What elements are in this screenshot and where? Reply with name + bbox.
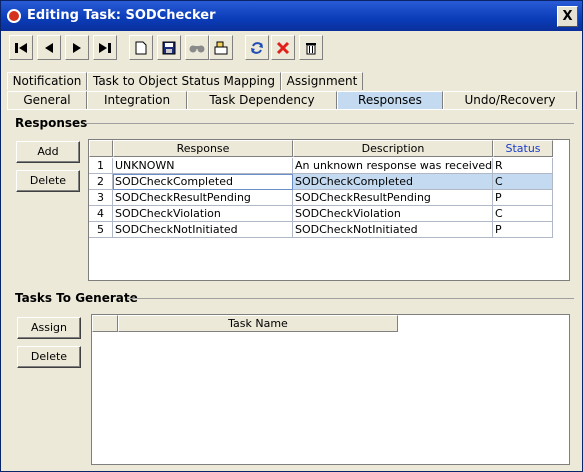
tabs-top-row: Notification Task to Object Status Mappi… [7,72,407,90]
row-number: 4 [89,206,113,222]
assign-label: Assign [31,321,67,334]
editing-task-window: Editing Task: SODChecker X Notification … [0,0,583,472]
last-record-icon [99,42,111,53]
tasks-to-generate-table: Task Name [91,314,570,465]
add-label: Add [37,145,59,158]
tab-panel-border [7,109,576,110]
status-cell[interactable]: P [493,222,553,238]
status-cell[interactable]: P [493,190,553,206]
status-cell[interactable]: R [493,158,553,174]
previous-record-button[interactable] [37,35,61,60]
edit-button[interactable] [209,35,233,60]
edit-icon [214,41,228,54]
row-number-header [92,315,118,332]
tab-undo-recovery[interactable]: Undo/Recovery [443,91,577,109]
last-record-button[interactable] [93,35,117,60]
delete-response-button[interactable]: Delete [16,170,80,192]
find-icon [189,45,205,52]
status-cell[interactable]: C [493,206,553,222]
status-cell[interactable]: C [493,174,553,190]
responses-table: Response Description Status 1 UNKNOWN An… [88,139,570,281]
description-cell[interactable]: An unknown response was received [293,158,493,174]
trash-icon [306,42,316,54]
response-cell[interactable]: SODCheckResultPending [113,190,293,206]
response-column-header[interactable]: Response [113,140,293,157]
save-button[interactable] [157,35,181,60]
delete-x-icon [276,41,290,54]
tasks-to-generate-group-title: Tasks To Generate [15,291,138,305]
row-number: 3 [89,190,113,206]
add-response-button[interactable]: Add [16,141,80,163]
delete-x-button[interactable] [271,35,295,60]
close-button[interactable]: X [557,6,578,27]
status-column-header[interactable]: Status [493,140,553,157]
first-record-icon [15,42,27,53]
new-button[interactable] [129,35,153,60]
tab-responses[interactable]: Responses [337,91,443,109]
row-number: 1 [89,158,113,174]
save-icon [162,41,176,54]
row-number: 5 [89,222,113,238]
row-number-header [89,140,113,157]
description-column-header[interactable]: Description [293,140,493,157]
delete-task-button[interactable]: Delete [17,346,81,368]
tab-task-dependency[interactable]: Task Dependency [187,91,337,109]
response-cell[interactable]: SODCheckCompleted [113,174,293,190]
description-cell[interactable]: SODCheckCompleted [293,174,493,190]
window-title: Editing Task: SODChecker [27,8,216,23]
delete-label: Delete [30,350,68,363]
tabs-bottom-row: General Integration Task Dependency Resp… [7,91,577,109]
task-name-column-header[interactable]: Task Name [118,315,398,332]
tasks-group-divider [127,298,574,299]
delete-label: Delete [29,174,67,187]
trash-button[interactable] [299,35,323,60]
tab-general[interactable]: General [7,91,87,109]
response-cell[interactable]: SODCheckViolation [113,206,293,222]
first-record-button[interactable] [9,35,33,60]
previous-record-icon [45,42,53,53]
next-record-icon [73,42,81,53]
tab-integration[interactable]: Integration [87,91,187,109]
oracle-app-icon [7,9,21,23]
tab-task-to-object-status-mapping[interactable]: Task to Object Status Mapping [87,72,281,90]
find-button[interactable] [185,35,209,60]
assign-task-button[interactable]: Assign [17,317,81,339]
row-number: 2 [89,174,113,190]
title-bar[interactable]: Editing Task: SODChecker X [1,1,582,31]
tab-assignment[interactable]: Assignment [281,72,363,90]
response-cell[interactable]: UNKNOWN [113,158,293,174]
refresh-button[interactable] [245,35,269,60]
tab-notification[interactable]: Notification [7,72,87,90]
description-cell[interactable]: SODCheckResultPending [293,190,493,206]
refresh-icon [251,41,263,54]
responses-group-divider [85,123,574,124]
responses-group-title: Responses [15,116,88,130]
response-cell[interactable]: SODCheckNotInitiated [113,222,293,238]
description-cell[interactable]: SODCheckNotInitiated [293,222,493,238]
new-icon [135,41,147,54]
next-record-button[interactable] [65,35,89,60]
description-cell[interactable]: SODCheckViolation [293,206,493,222]
